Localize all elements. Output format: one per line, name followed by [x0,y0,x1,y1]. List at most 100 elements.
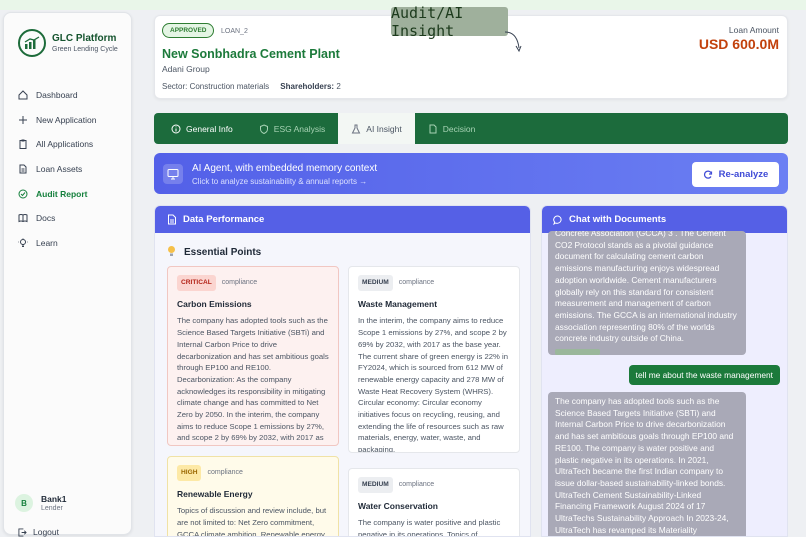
sidebar-item-loan-assets[interactable]: Loan Assets [18,157,130,182]
category-label: compliance [207,469,243,476]
sidebar-item-new-application[interactable]: New Application [18,108,130,133]
assistant-message: Concrete Association (GCCA) 3 . The Ceme… [548,231,746,355]
re-analyze-label: Re-analyze [718,169,769,180]
brand: GLC Platform Green Lending Cycle [18,29,118,57]
user-message: tell me about the waste management [628,365,780,385]
logout-icon [18,527,27,537]
card-title: Carbon Emissions [177,298,252,309]
category-label: compliance [221,279,258,286]
monitor-icon [163,164,183,184]
sidebar-item-label: All Applications [36,139,94,150]
assistant-message-text: The company has adopted tools such as th… [555,396,734,535]
insight-card-renewable-energy: HIGH compliance Renewable Energy Topics o… [167,456,339,537]
company-name: New Sonbhadra Cement Plant [162,47,340,61]
severity-badge: HIGH [177,465,202,481]
document-icon [19,164,27,174]
sidebar: GLC Platform Green Lending Cycle Dashboa… [3,12,132,537]
tab-label: AI Insight [366,123,402,134]
assistant-message-text: Concrete Association (GCCA) 3 . The Ceme… [555,231,737,344]
card-body: In the interim, the company aims to redu… [358,316,508,453]
tab-bar: General Info ESG Analysis AI Insight Dec… [154,113,788,144]
sidebar-item-audit-report[interactable]: Audit Report [18,181,130,206]
severity-badge: MEDIUM [358,275,393,291]
sector-label: Sector: [162,82,188,91]
info-icon [171,124,181,133]
shield-icon [259,123,268,134]
card-title: Renewable Energy [177,488,253,499]
loan-amount: USD 600.0M [698,36,779,52]
insight-card-carbon-emissions: CRITICAL compliance Carbon Emissions The … [167,266,339,446]
tab-label: General Info [186,123,233,134]
card-title: Waste Management [358,298,438,309]
clipboard-icon [19,139,27,150]
company-meta: Sector: Construction materials Sharehold… [162,82,341,91]
category-label: compliance [398,279,435,286]
document-icon [168,214,176,225]
category-label: compliance [398,481,435,488]
sidebar-item-label: Learn [36,237,58,248]
card-body: The company has adopted tools such as th… [177,316,329,443]
sidebar-item-all-applications[interactable]: All Applications [18,132,130,157]
chat-title: Chat with Documents [569,214,667,225]
sidebar-item-learn[interactable]: Learn [18,231,130,256]
sidebar-item-dashboard[interactable]: Dashboard [18,83,130,108]
loan-amount-label: Loan Amount [728,25,779,35]
banner-subtitle[interactable]: Click to analyze sustainability & annual… [192,177,367,186]
status-badge: APPROVED [162,23,215,38]
user-profile[interactable]: B Bank1 Lender [15,494,67,512]
lightbulb-icon [18,237,28,247]
ai-agent-banner[interactable]: AI Agent, with embedded memory context C… [154,153,788,194]
loan-id: LOAN_2 [221,28,248,35]
refresh-icon [703,170,712,179]
re-analyze-button[interactable]: Re-analyze [692,162,779,187]
sidebar-item-docs[interactable]: Docs [18,206,130,231]
tab-label: ESG Analysis [273,123,326,134]
card-title: Water Conservation [358,500,438,511]
tab-esg-analysis[interactable]: ESG Analysis [246,113,339,144]
tab-label: Decision [442,123,476,134]
banner-title: AI Agent, with embedded memory context [192,163,378,174]
sidebar-item-label: New Application [36,114,97,125]
insight-card-water-conservation: MEDIUM compliance Water Conservation The … [348,468,520,537]
card-body: Topics of discussion and review include,… [177,506,327,537]
tab-ai-insight[interactable]: AI Insight [338,113,415,144]
assistant-message: The company has adopted tools such as th… [548,392,746,536]
chat-panel: Chat with Documents Concrete Association… [541,205,788,537]
audit-insight-overlay: Audit/AI Insight [391,4,508,40]
shareholders-label: Shareholders: [280,82,335,91]
card-body: The company is water positive and plasti… [358,518,501,537]
avatar: B [15,494,33,512]
flask-icon [351,124,361,133]
insight-card-waste-management: MEDIUM compliance Waste Management In the… [348,266,520,453]
sector-value: Construction materials [189,82,270,91]
tab-decision[interactable]: Decision [415,113,489,144]
app-name: GLC Platform [52,33,117,44]
user-role: Lender [41,505,63,512]
file-icon [429,124,437,133]
data-performance-panel: Data Performance Essential Points CRITIC… [154,205,531,537]
check-circle-icon [18,189,28,199]
shareholders-value: 2 [336,82,341,91]
tab-general-info[interactable]: General Info [158,113,246,144]
plus-icon [19,115,27,124]
book-icon [18,214,28,223]
message-timestamp-faded [555,349,600,355]
app-tagline: Green Lending Cycle [52,46,118,53]
essential-points-heading: Essential Points [167,245,261,260]
sidebar-item-label: Docs [36,213,56,224]
logout-button[interactable]: Logout [18,527,59,537]
lightbulb-icon [167,245,176,260]
brand-logo-icon [18,29,46,57]
severity-badge: MEDIUM [358,477,393,493]
data-performance-title: Data Performance [183,214,265,225]
chat-header: Chat with Documents [542,206,787,233]
sidebar-nav: Dashboard New Application All Applicatio… [18,83,130,255]
essential-points-title: Essential Points [184,247,262,258]
chat-bubble-icon [553,215,562,225]
user-name: Bank1 [41,494,67,504]
sidebar-item-label: Dashboard [36,90,78,101]
logout-label: Logout [33,527,59,537]
data-performance-header: Data Performance [155,206,530,233]
sidebar-item-label: Loan Assets [36,164,83,175]
home-icon [18,90,28,100]
